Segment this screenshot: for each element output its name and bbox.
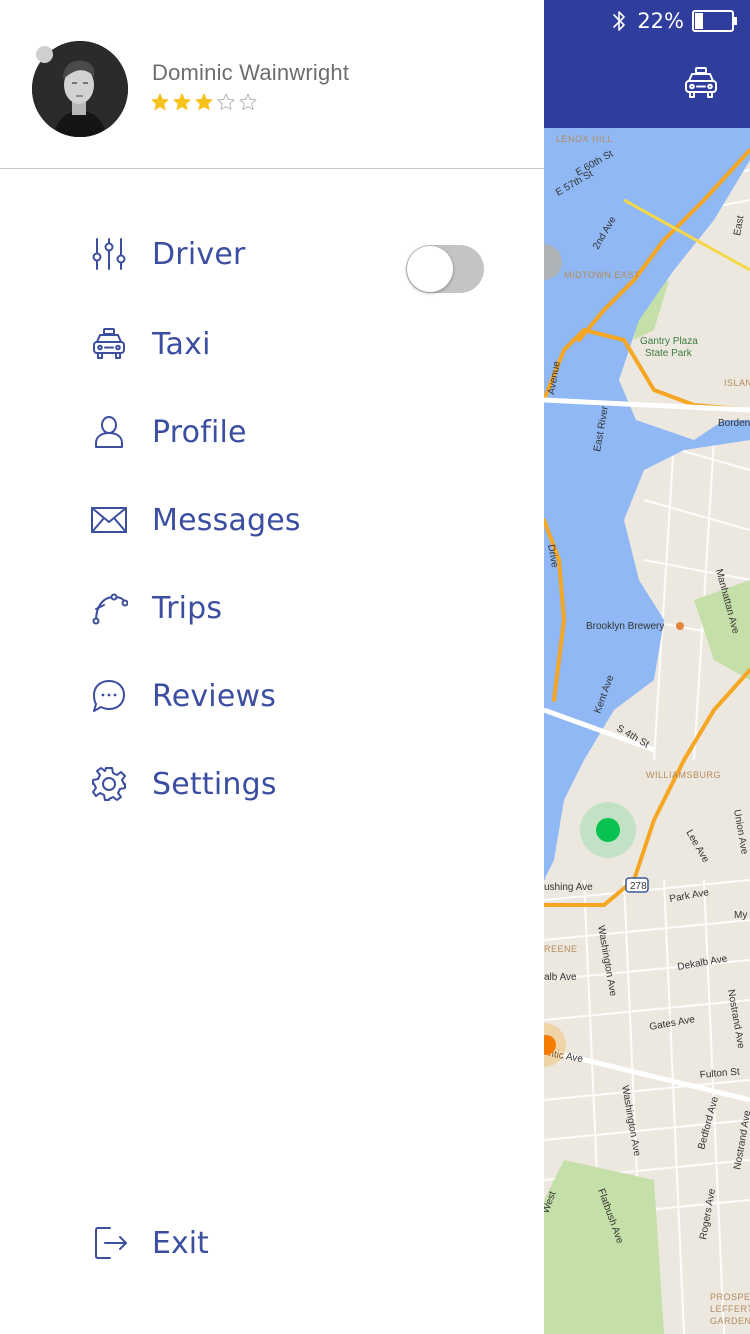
current-location-marker[interactable] (596, 818, 620, 842)
map-label-gantry-2: State Park (645, 348, 693, 359)
menu-item-settings[interactable]: Settings (0, 748, 544, 820)
menu-label-taxi: Taxi (152, 326, 211, 362)
status-dot (36, 46, 53, 63)
star-filled-icon (151, 93, 169, 110)
menu-item-messages[interactable]: Messages (0, 484, 544, 556)
map-label-gantry-1: Gantry Plaza (640, 336, 698, 347)
menu-item-taxi[interactable]: Taxi (0, 308, 544, 380)
person-icon (90, 413, 128, 451)
menu-item-driver[interactable]: Driver (0, 218, 544, 293)
toggle-knob (407, 246, 453, 292)
route-icon (90, 589, 128, 627)
exit-label: Exit (152, 1225, 209, 1261)
envelope-icon (90, 501, 128, 539)
map-view[interactable]: 278 LENOX HILL E 60th St E 57th St 2nd A… (544, 0, 750, 1334)
user-name: Dominic Wainwright (152, 60, 350, 85)
map-label-prospect-2: LEFFERT (710, 1304, 750, 1314)
rating-stars (151, 93, 257, 111)
menu-label-profile: Profile (152, 414, 247, 450)
menu-label-driver: Driver (152, 236, 246, 272)
navigation-drawer: Dominic Wainwright Driver Taxi Profile M… (0, 0, 544, 1334)
driver-toggle[interactable] (406, 245, 484, 293)
app-header: 22% (544, 0, 750, 128)
menu-label-messages: Messages (152, 502, 301, 538)
map-label-lenox: LENOX HILL (556, 134, 613, 144)
menu-label-reviews: Reviews (152, 678, 277, 714)
map-label-williamsburg: WILLIAMSBURG (646, 770, 721, 780)
bluetooth-icon (613, 11, 626, 31)
menu-label-settings: Settings (152, 766, 277, 802)
menu-item-profile[interactable]: Profile (0, 396, 544, 468)
menu-label-trips: Trips (152, 590, 223, 626)
menu-item-trips[interactable]: Trips (0, 572, 544, 644)
gear-icon (90, 765, 128, 803)
exit-icon (92, 1224, 130, 1262)
star-filled-icon (195, 93, 213, 110)
menu-item-reviews[interactable]: Reviews (0, 660, 544, 732)
taxi-icon[interactable] (682, 64, 720, 102)
map-label-prospect-3: GARDEN (710, 1316, 750, 1326)
profile-header[interactable]: Dominic Wainwright (0, 0, 544, 169)
map-label-dekalb-left: alb Ave (544, 972, 577, 983)
map-label-my: My (734, 910, 747, 921)
map-label-prospect-1: PROSPEC (710, 1292, 750, 1302)
star-empty-icon (239, 93, 257, 110)
status-bar: 22% (611, 6, 738, 36)
star-filled-icon (173, 93, 191, 110)
map-label-island: ISLAN (724, 378, 750, 388)
map-label-borden: Borden (718, 418, 750, 429)
map-label-greene: REENE (544, 944, 578, 954)
map-label-i278: 278 (630, 881, 647, 892)
map-label-midtown: MIDTOWN EAST (564, 270, 640, 280)
exit-button[interactable]: Exit (0, 1207, 300, 1279)
battery-icon (692, 10, 737, 32)
map-label-flushing: ushing Ave (544, 882, 593, 893)
map-label-brewery: Brooklyn Brewery (586, 621, 664, 632)
star-empty-icon (217, 93, 235, 110)
taxi-icon (90, 325, 128, 363)
sliders-icon (90, 235, 128, 273)
battery-percent: 22% (637, 9, 684, 33)
map-canvas[interactable]: 278 LENOX HILL E 60th St E 57th St 2nd A… (544, 0, 750, 1334)
chat-bubble-icon (90, 677, 128, 715)
